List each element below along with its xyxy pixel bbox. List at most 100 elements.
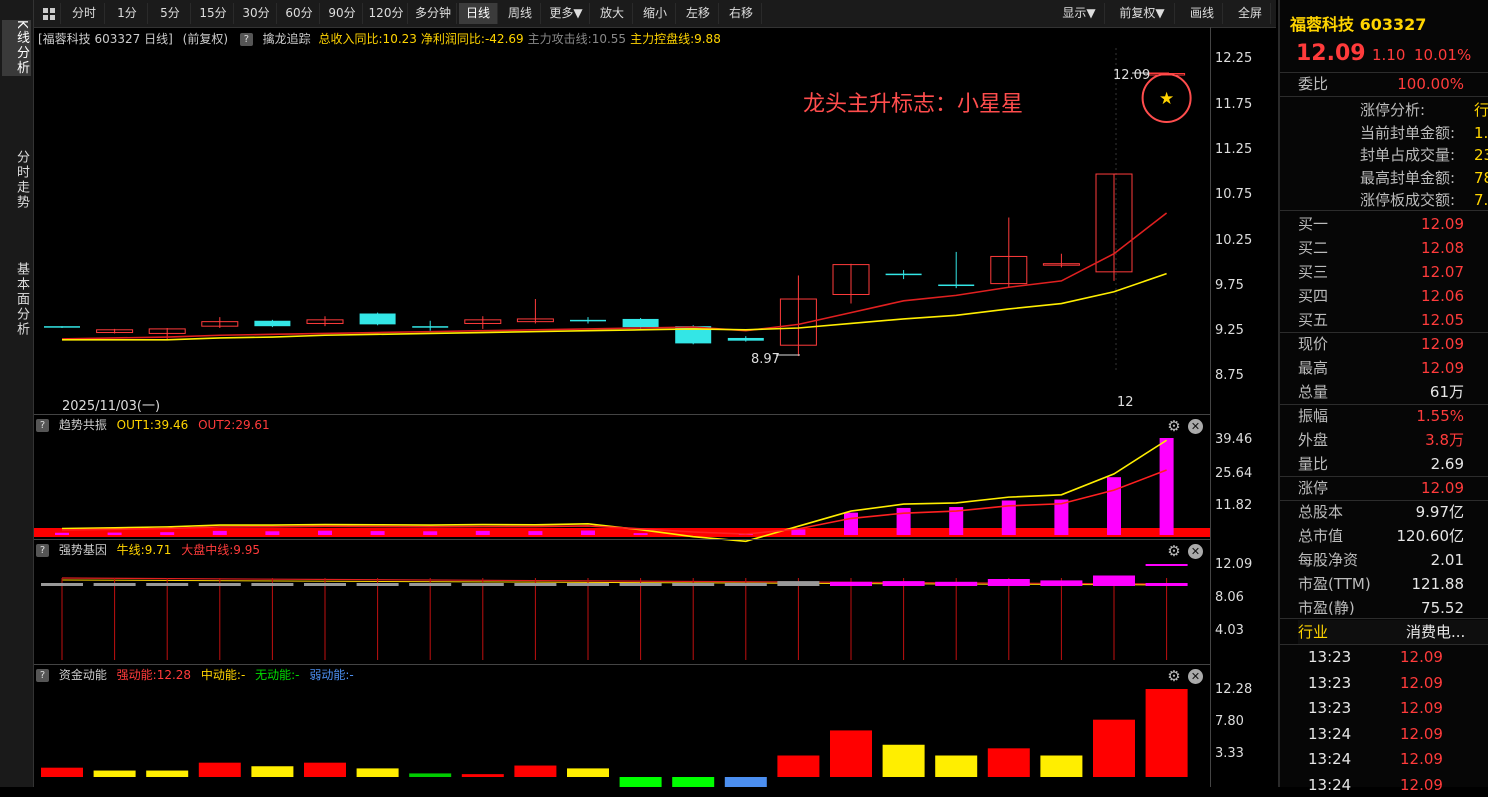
period-button[interactable]: 日线 bbox=[459, 3, 498, 24]
period-button[interactable]: 1分 bbox=[107, 3, 148, 24]
indicator-value: 主力控盘线:9.88 bbox=[630, 32, 721, 46]
close-icon[interactable]: ✕ bbox=[1188, 544, 1203, 559]
candle-body bbox=[44, 326, 80, 328]
indicator-name: 擒龙追踪 bbox=[262, 32, 311, 46]
strong-value: 强动能:12.28 bbox=[116, 668, 192, 682]
y-tick-label: 10.75 bbox=[1215, 187, 1253, 202]
trend-bar bbox=[160, 532, 175, 535]
trend-bar bbox=[844, 512, 858, 535]
candle-body bbox=[254, 320, 291, 327]
gear-icon[interactable]: ⚙ bbox=[1166, 418, 1182, 434]
period-button[interactable]: 90分 bbox=[322, 3, 363, 24]
current-price: 12.09 bbox=[1296, 41, 1366, 66]
help-icon[interactable]: ? bbox=[36, 669, 49, 682]
y-tick-label: 3.33 bbox=[1215, 746, 1244, 761]
y-tick-label: 12.09 bbox=[1215, 557, 1253, 572]
gear-icon[interactable]: ⚙ bbox=[1166, 668, 1182, 684]
money-bar bbox=[198, 762, 241, 777]
y-tick-label: 10.25 bbox=[1215, 233, 1253, 248]
bid-row: 买二 12.08 bbox=[1298, 239, 1464, 257]
gene-bar bbox=[882, 581, 925, 586]
period-button[interactable]: 更多▼ bbox=[543, 3, 590, 24]
high-price-label: 12.09 bbox=[1113, 68, 1151, 83]
candle-body bbox=[885, 273, 922, 276]
commission-ratio-row: 委比 100.00% 委 bbox=[1298, 75, 1464, 93]
period-button[interactable]: 多分钟 bbox=[410, 3, 457, 24]
tab-intraday[interactable]: 分时走势 bbox=[2, 150, 31, 210]
period-button[interactable]: 60分 bbox=[279, 3, 320, 24]
stock-title: 福蓉科技 603327 bbox=[1290, 15, 1427, 34]
none-value: 无动能:- bbox=[255, 668, 300, 682]
money-bar bbox=[461, 774, 504, 777]
gene-bar bbox=[514, 583, 557, 586]
limit-info-row: 当前封单金额:1.7 bbox=[1360, 123, 1488, 142]
money-bar bbox=[409, 773, 452, 777]
money-bar bbox=[935, 755, 978, 777]
money-bar bbox=[1040, 755, 1083, 777]
help-icon[interactable]: ? bbox=[239, 33, 253, 46]
star-icon: ★ bbox=[1159, 89, 1174, 109]
panel-name: 强势基因 bbox=[58, 543, 107, 557]
period-button[interactable]: 放大 bbox=[592, 3, 633, 24]
stat-row: 总股本 9.97亿 bbox=[1298, 503, 1464, 521]
help-icon[interactable]: ? bbox=[36, 419, 49, 432]
trend-bar bbox=[1159, 438, 1174, 535]
trend-bar bbox=[791, 529, 806, 535]
close-icon[interactable]: ✕ bbox=[1188, 419, 1203, 434]
price-change: 1.10 bbox=[1372, 46, 1406, 64]
close-icon[interactable]: ✕ bbox=[1188, 669, 1203, 684]
period-button[interactable]: 左移 bbox=[678, 3, 719, 24]
period-button[interactable]: 右移 bbox=[721, 3, 762, 24]
stat-row: 总市值 120.60亿 bbox=[1298, 527, 1464, 545]
limit-info-row: 涨停分析:行业原 bbox=[1360, 101, 1488, 119]
adjust-dropdown[interactable]: 前复权▼ bbox=[1110, 3, 1175, 24]
quote-panel: 福蓉科技 603327 12.09 1.10 10.01% 委比 100.00%… bbox=[1278, 0, 1488, 794]
y-tick-label: 8.75 bbox=[1215, 368, 1244, 383]
period-button[interactable]: 周线 bbox=[500, 3, 541, 24]
money-bar bbox=[882, 744, 925, 777]
money-bar bbox=[672, 777, 715, 787]
tick-row: 13:23 12.09 bbox=[1308, 699, 1443, 717]
stat-row: 现价 12.09 bbox=[1298, 335, 1464, 353]
gene-bar bbox=[461, 583, 504, 586]
gene-bar bbox=[304, 583, 346, 586]
annotation-text: 龙头主升标志：小星星 bbox=[803, 92, 1024, 117]
trend-bar bbox=[318, 530, 332, 535]
display-dropdown[interactable]: 显示▼ bbox=[1054, 3, 1105, 24]
period-button[interactable]: 30分 bbox=[236, 3, 277, 24]
period-button[interactable]: 5分 bbox=[150, 3, 191, 24]
period-button[interactable]: 120分 bbox=[365, 3, 408, 24]
gene-bar bbox=[567, 583, 609, 586]
money-bar bbox=[619, 777, 662, 787]
money-bar bbox=[1093, 719, 1135, 777]
y-tick-label: 12.25 bbox=[1215, 51, 1253, 66]
period-button[interactable]: 15分 bbox=[193, 3, 234, 24]
gene-bar bbox=[251, 583, 294, 586]
help-icon[interactable]: ? bbox=[36, 544, 49, 557]
fullscreen-button[interactable]: 全屏 bbox=[1230, 3, 1271, 24]
industry-row[interactable]: 行业 消费电... bbox=[1298, 620, 1488, 644]
panel-name: 资金动能 bbox=[58, 668, 107, 682]
period-button[interactable]: 缩小 bbox=[635, 3, 676, 24]
y-tick-label: 11.82 bbox=[1215, 498, 1253, 513]
money-bar bbox=[567, 768, 609, 777]
tab-fundamental[interactable]: 基本面分析 bbox=[2, 262, 31, 337]
separator bbox=[34, 664, 1210, 665]
period-button[interactable]: 分时 bbox=[64, 3, 105, 24]
trend-bar bbox=[528, 531, 543, 535]
tab-kline-analysis[interactable]: K线分析 bbox=[2, 20, 31, 76]
gear-icon[interactable]: ⚙ bbox=[1166, 543, 1182, 559]
panel-name: 趋势共振 bbox=[58, 418, 107, 432]
y-tick-label: 11.75 bbox=[1215, 97, 1253, 112]
draw-button[interactable]: 画线 bbox=[1182, 3, 1223, 24]
main-chart-header: [福蓉科技 603327 日线] (前复权) ? 擒龙追踪 总收入同比:10.2… bbox=[38, 30, 721, 48]
money-bar bbox=[1145, 689, 1188, 777]
bull-line-value: 牛线:9.71 bbox=[116, 543, 172, 557]
trend-bar bbox=[370, 531, 385, 535]
candle-body bbox=[359, 313, 396, 325]
stat-row: 最高 12.09 bbox=[1298, 359, 1464, 377]
tick-row: 13:24 12.09 bbox=[1308, 724, 1443, 743]
grid-icon[interactable] bbox=[38, 3, 61, 24]
trend-bar bbox=[107, 532, 122, 535]
gene-bar bbox=[93, 583, 136, 586]
